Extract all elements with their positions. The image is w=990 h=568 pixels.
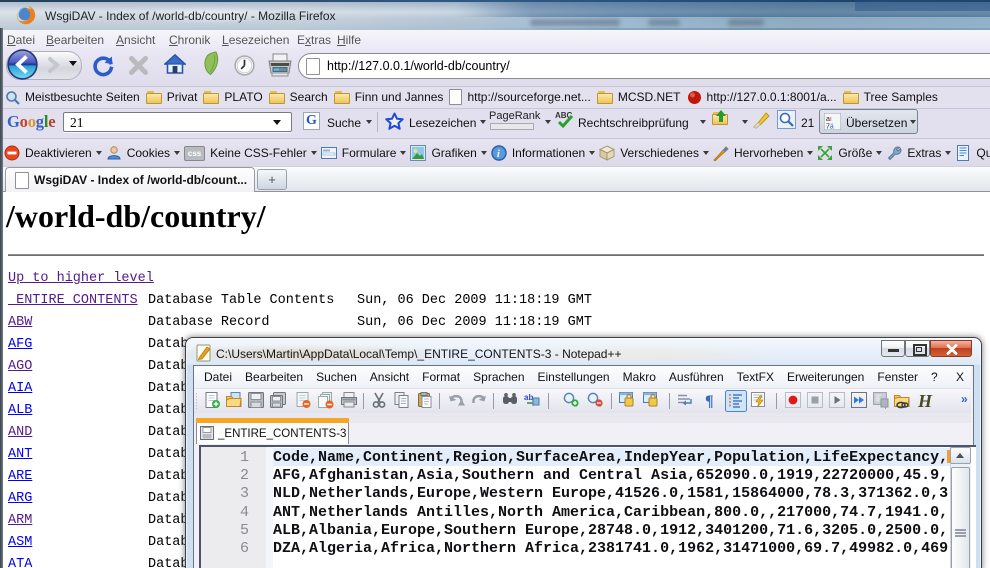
svg-text:7ä: 7ä <box>826 124 834 131</box>
svg-text:ab: ab <box>524 393 533 402</box>
svg-text:i: i <box>497 149 500 160</box>
svg-text:H: H <box>917 391 933 411</box>
svg-text:aı: aı <box>826 116 832 123</box>
svg-text:¶: ¶ <box>705 393 714 410</box>
svg-text:»: » <box>961 392 968 406</box>
